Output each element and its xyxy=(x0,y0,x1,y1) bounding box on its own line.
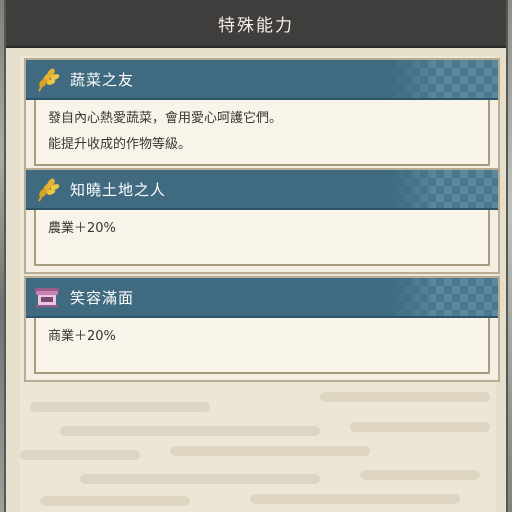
checker-pattern-decoration xyxy=(388,278,498,316)
ability-card-header: 知曉土地之人 xyxy=(26,170,498,210)
window-title: 特殊能力 xyxy=(218,15,294,36)
ability-description-line: 發自內心熱愛蔬菜，會用愛心呵護它們。 xyxy=(48,111,283,126)
ability-description: 商業＋20% xyxy=(34,318,490,374)
window-titlebar: 特殊能力 xyxy=(6,0,506,48)
cloud-pattern-decoration xyxy=(20,386,496,512)
ability-card-header: 笑容滿面 xyxy=(26,278,498,318)
wheat-icon xyxy=(32,64,62,94)
checker-pattern-decoration xyxy=(388,170,498,208)
ability-title: 知曉土地之人 xyxy=(70,180,167,199)
ability-description: 發自內心熱愛蔬菜，會用愛心呵護它們。 能提升收成的作物等級。 xyxy=(34,100,490,166)
ability-card[interactable]: 笑容滿面 商業＋20% xyxy=(24,276,500,382)
ability-card[interactable]: 蔬菜之友 發自內心熱愛蔬菜，會用愛心呵護它們。 能提升收成的作物等級。 xyxy=(24,58,500,174)
ability-title: 蔬菜之友 xyxy=(70,70,135,89)
shop-icon xyxy=(32,282,62,312)
ability-description-line: 商業＋20% xyxy=(48,329,116,344)
ability-card[interactable]: 知曉土地之人 農業＋20% xyxy=(24,168,500,274)
ability-title: 笑容滿面 xyxy=(70,288,135,307)
special-abilities-window: 特殊能力 蔬菜之友 發自內心熱愛蔬菜，會用愛心呵護它們。 能提升收成的作物等級。… xyxy=(4,0,508,512)
abilities-panel: 蔬菜之友 發自內心熱愛蔬菜，會用愛心呵護它們。 能提升收成的作物等級。 知曉土地… xyxy=(20,56,500,512)
wheat-icon xyxy=(32,174,62,204)
ability-description: 農業＋20% xyxy=(34,210,490,266)
ability-card-header: 蔬菜之友 xyxy=(26,60,498,100)
checker-pattern-decoration xyxy=(388,60,498,98)
ability-description-line: 農業＋20% xyxy=(48,221,116,236)
ability-description-line: 能提升收成的作物等級。 xyxy=(48,137,192,152)
